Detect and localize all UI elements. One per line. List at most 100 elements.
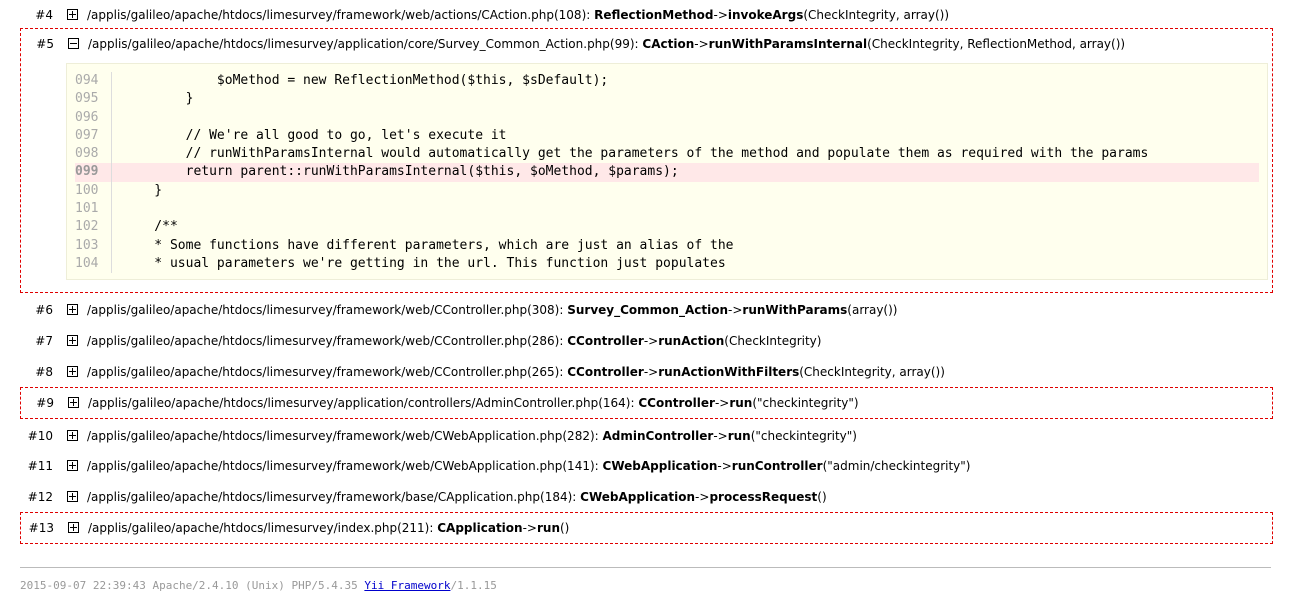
trace-path: /applis/galileo/apache/htdocs/limesurvey… [87, 303, 564, 317]
footer-yii-version: /1.1.15 [450, 579, 497, 592]
trace-class: CController [567, 334, 644, 348]
trace-text: /applis/galileo/apache/htdocs/limesurvey… [87, 482, 827, 512]
trace-args: (CheckIntegrity) [724, 334, 822, 348]
trace-arrow: -> [695, 490, 710, 504]
trace-class: CApplication [437, 521, 523, 535]
code-line: 096 [75, 108, 1259, 127]
trace-path: /applis/galileo/apache/htdocs/limesurvey… [87, 365, 564, 379]
trace-args: () [817, 490, 827, 504]
trace-header[interactable]: #11 /applis/galileo/apache/htdocs/limesu… [20, 451, 1271, 481]
trace-text: /applis/galileo/apache/htdocs/limesurvey… [88, 513, 569, 543]
trace-header[interactable]: #12 /applis/galileo/apache/htdocs/limesu… [20, 482, 1271, 512]
footer-divider [20, 567, 1271, 568]
trace-method: runWithParams [742, 303, 848, 317]
line-number: 095 [75, 90, 112, 109]
expand-icon[interactable] [68, 522, 79, 533]
trace-item: #6 /applis/galileo/apache/htdocs/limesur… [20, 295, 1271, 325]
expand-icon[interactable] [67, 491, 78, 502]
trace-class: Survey_Common_Action [567, 303, 729, 317]
code-text: $oMethod = new ReflectionMethod($this, $… [123, 73, 609, 88]
footer: 2015-09-07 22:39:43 Apache/2.4.10 (Unix)… [20, 579, 497, 592]
expand-icon[interactable] [67, 366, 78, 377]
trace-path: /applis/galileo/apache/htdocs/limesurvey… [87, 8, 591, 22]
trace-text: /applis/galileo/apache/htdocs/limesurvey… [87, 326, 821, 356]
trace-method: run [536, 521, 560, 535]
trace-number: #7 [35, 334, 53, 348]
trace-class: CController [567, 365, 644, 379]
trace-args: ("checkintegrity") [752, 396, 859, 410]
yii-framework-link[interactable]: Yii Framework [364, 579, 450, 592]
trace-class: CController [638, 396, 715, 410]
code-line: 102 /** [75, 218, 1259, 237]
trace-text: /applis/galileo/apache/htdocs/limesurvey… [87, 295, 897, 325]
trace-method: runWithParamsInternal [708, 37, 868, 51]
trace-item: #9 /applis/galileo/apache/htdocs/limesur… [20, 387, 1273, 419]
trace-header[interactable]: #8 /applis/galileo/apache/htdocs/limesur… [20, 357, 1271, 387]
trace-args: () [560, 521, 570, 535]
expand-icon[interactable] [67, 460, 78, 471]
trace-path: /applis/galileo/apache/htdocs/limesurvey… [87, 459, 599, 473]
expand-icon[interactable] [68, 397, 79, 408]
trace-item: #11 /applis/galileo/apache/htdocs/limesu… [20, 451, 1271, 481]
trace-item: #8 /applis/galileo/apache/htdocs/limesur… [20, 357, 1271, 387]
trace-header[interactable]: #6 /applis/galileo/apache/htdocs/limesur… [20, 295, 1271, 325]
line-number: 103 [75, 236, 112, 255]
trace-class: CWebApplication [580, 490, 696, 504]
trace-header[interactable]: #4 /applis/galileo/apache/htdocs/limesur… [20, 0, 1271, 30]
trace-item: #12 /applis/galileo/apache/htdocs/limesu… [20, 482, 1271, 512]
trace-args: (CheckIntegrity, ReflectionMethod, array… [867, 37, 1126, 51]
line-number: 094 [75, 72, 112, 91]
line-number: 097 [75, 126, 112, 146]
trace-header[interactable]: #5 /applis/galileo/apache/htdocs/limesur… [21, 29, 1272, 59]
code-line: 094 $oMethod = new ReflectionMethod($thi… [75, 72, 1259, 91]
line-number: 099 [75, 163, 112, 182]
trace-path: /applis/galileo/apache/htdocs/limesurvey… [87, 429, 599, 443]
code-line: 097 // We're all good to go, let's execu… [75, 126, 1259, 146]
trace-path: /applis/galileo/apache/htdocs/limesurvey… [87, 334, 564, 348]
trace-arrow: -> [643, 365, 659, 379]
trace-arrow: -> [714, 396, 730, 410]
trace-text: /applis/galileo/apache/htdocs/limesurvey… [88, 388, 859, 418]
code-text: } [123, 91, 194, 107]
code-line: 100 } [75, 181, 1259, 201]
trace-number: #12 [27, 490, 53, 504]
trace-text: /applis/galileo/apache/htdocs/limesurvey… [87, 451, 970, 481]
expand-icon[interactable] [67, 9, 78, 20]
expand-icon[interactable] [67, 304, 78, 315]
collapse-icon[interactable] [68, 38, 79, 49]
code-text: } [123, 182, 163, 198]
footer-version-info: 2015-09-07 22:39:43 Apache/2.4.10 (Unix)… [20, 579, 365, 592]
expand-icon[interactable] [67, 430, 78, 441]
trace-method: processRequest [709, 490, 818, 504]
trace-number: #9 [36, 396, 54, 410]
trace-arrow: -> [713, 8, 728, 22]
trace-header[interactable]: #7 /applis/galileo/apache/htdocs/limesur… [20, 326, 1271, 356]
trace-arrow: -> [713, 429, 728, 443]
trace-arrow: -> [728, 303, 743, 317]
trace-header[interactable]: #9 /applis/galileo/apache/htdocs/limesur… [21, 388, 1272, 418]
trace-path: /applis/galileo/apache/htdocs/limesurvey… [88, 521, 434, 535]
trace-path: /applis/galileo/apache/htdocs/limesurvey… [88, 396, 635, 410]
code-line: 101 [75, 200, 1259, 219]
trace-header[interactable]: #10 /applis/galileo/apache/htdocs/limesu… [20, 421, 1271, 451]
trace-args: ("admin/checkintegrity") [822, 459, 971, 473]
trace-method: invokeArgs [727, 8, 804, 22]
trace-item: #13 /applis/galileo/apache/htdocs/limesu… [20, 512, 1273, 544]
trace-method: runController [731, 459, 823, 473]
trace-arrow: -> [522, 521, 537, 535]
trace-number: #4 [35, 8, 53, 22]
trace-number: #6 [35, 303, 53, 317]
code-text: return parent::runWithParamsInternal($th… [123, 164, 679, 180]
trace-text: /applis/galileo/apache/htdocs/limesurvey… [87, 421, 857, 451]
trace-number: #11 [27, 459, 53, 473]
expand-icon[interactable] [67, 335, 78, 346]
trace-method: run [729, 396, 753, 410]
trace-method: runActionWithFilters [658, 365, 800, 379]
trace-number: #13 [28, 521, 54, 535]
line-number: 102 [75, 218, 112, 237]
code-text: * usual parameters we're getting in the … [123, 255, 726, 271]
line-number: 100 [75, 181, 112, 201]
code-text: * Some functions have different paramete… [123, 237, 734, 253]
trace-header[interactable]: #13 /applis/galileo/apache/htdocs/limesu… [21, 513, 1272, 543]
